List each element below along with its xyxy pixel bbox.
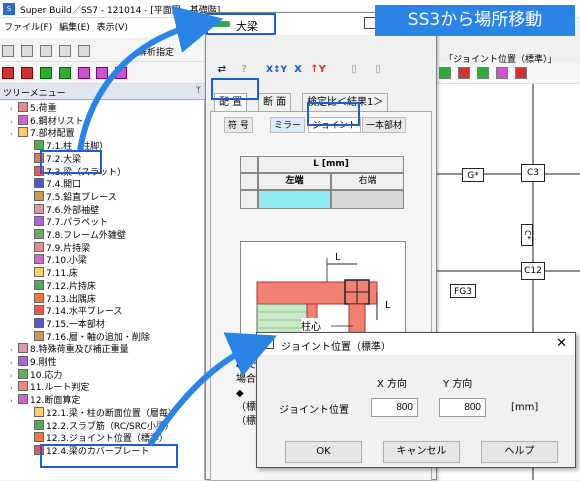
annotation-arrows bbox=[77, 5, 278, 447]
